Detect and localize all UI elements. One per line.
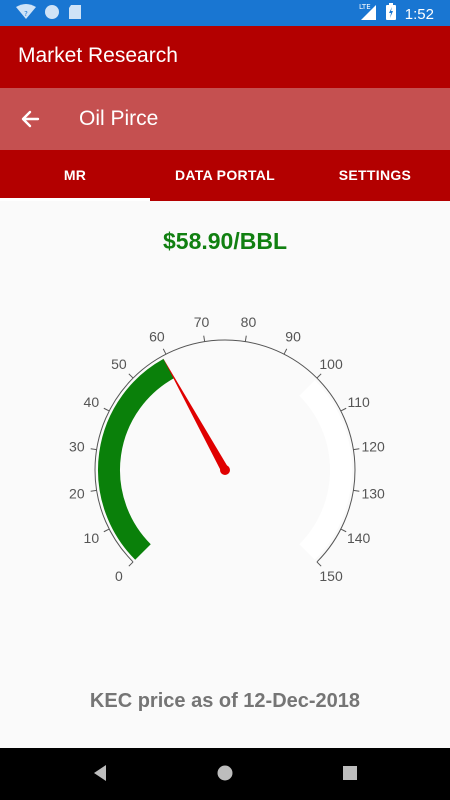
system-nav-bar — [0, 748, 450, 800]
gauge-tick — [244, 335, 247, 342]
gauge-tick-label: 0 — [115, 568, 123, 584]
nav-home-icon[interactable] — [216, 764, 234, 787]
nav-recents-icon[interactable] — [342, 764, 358, 787]
battery-icon — [385, 3, 397, 25]
page-title: Oil Pirce — [79, 107, 159, 130]
nav-back-icon[interactable] — [92, 764, 108, 787]
price-display: $58.90/BBL — [162, 228, 287, 254]
gauge-needle-pivot — [220, 465, 230, 475]
gauge-tick — [316, 373, 322, 379]
gauge-tick-label: 90 — [285, 328, 301, 344]
gauge-tick — [316, 561, 322, 567]
gauge-tick-label: 40 — [84, 394, 100, 410]
price-gauge: 0 10 20 30 40 50 60 70 80 90 100 110 120 130 140 150 — [69, 314, 385, 584]
gauge-tick-label: 130 — [361, 485, 385, 501]
gauge-tick-label: 30 — [69, 439, 85, 455]
gauge-tick — [162, 348, 167, 355]
wifi-icon: ? — [16, 4, 36, 25]
gauge-tick — [128, 373, 134, 379]
status-bar: ? LTE 1:52 — [0, 0, 450, 26]
svg-text:?: ? — [24, 10, 28, 18]
gauge-tick — [340, 407, 347, 412]
gauge-tick — [90, 448, 97, 451]
tab-bar: MR DATA PORTAL SETTINGS — [0, 150, 450, 201]
gauge-tick-label: 60 — [149, 328, 165, 344]
gauge-tick — [103, 407, 110, 412]
tab-mr[interactable]: MR — [0, 150, 150, 201]
gauge-tick — [353, 489, 360, 492]
svg-text:LTE: LTE — [359, 3, 371, 11]
gauge-tick-label: 10 — [84, 530, 100, 546]
gauge-tick-label: 50 — [111, 356, 127, 372]
gauge-tick-label: 140 — [347, 530, 371, 546]
gauge-tick-label: 70 — [194, 314, 210, 330]
app-bar: Market Research — [0, 26, 450, 88]
gauge-tick-label: 80 — [241, 314, 257, 330]
sync-icon — [44, 4, 60, 25]
gauge-tick — [340, 528, 347, 533]
gauge-tick — [90, 489, 97, 492]
gauge-tick-label: 20 — [69, 485, 85, 501]
page-header: Oil Pirce — [0, 88, 450, 150]
signal-icon: LTE — [359, 3, 377, 25]
gauge-tick-label: 110 — [347, 394, 370, 410]
gauge-tick — [353, 448, 360, 451]
gauge-high-range — [299, 380, 352, 560]
tab-settings[interactable]: SETTINGS — [300, 150, 450, 201]
gauge-tick-label: 150 — [319, 568, 343, 584]
gauge-tick-label: 120 — [361, 439, 385, 455]
gauge-tick — [128, 561, 134, 567]
gauge-tick — [103, 528, 110, 533]
sd-card-icon — [68, 4, 82, 25]
gauge-tick — [283, 348, 288, 355]
price-date-caption: KEC price as of 12-Dec-2018 — [89, 690, 361, 712]
app-title: Market Research — [18, 44, 178, 67]
clock: 1:52 — [404, 5, 434, 23]
gauge-tick-label: 100 — [319, 356, 343, 372]
tab-data-portal[interactable]: DATA PORTAL — [150, 150, 300, 201]
gauge-needle — [162, 358, 229, 472]
gauge-tick — [203, 335, 206, 342]
back-arrow-icon[interactable] — [16, 104, 46, 134]
